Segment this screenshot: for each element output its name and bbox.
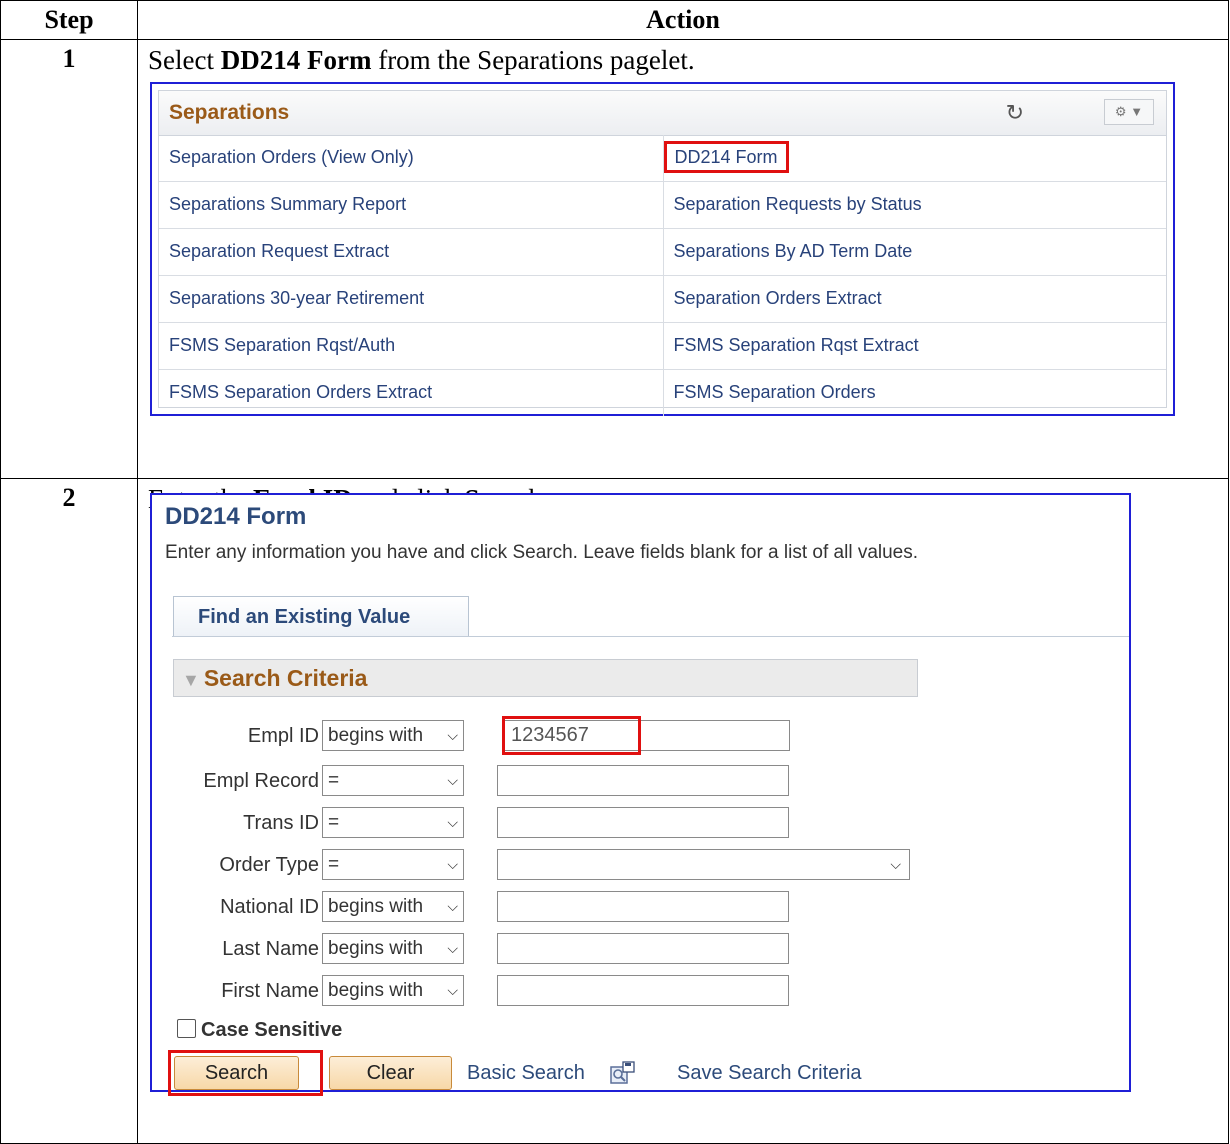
chevron-down-icon: ⌵	[447, 898, 458, 914]
order-type-select[interactable]: ⌵	[497, 849, 910, 880]
case-sensitive-label: Case Sensitive	[201, 1019, 343, 1041]
save-search-icon[interactable]	[610, 1061, 636, 1085]
dd214-search-screenshot: DD214 Form Enter any information you hav…	[150, 493, 1131, 1096]
field-label: Last Name	[222, 938, 319, 960]
clear-button[interactable]: Clear	[329, 1056, 452, 1090]
link-separations-summary-report[interactable]: Separations Summary Report	[159, 182, 663, 228]
national-id-operator-select[interactable]: begins with ⌵	[322, 891, 464, 922]
refresh-icon[interactable]: ↻	[1006, 100, 1024, 126]
header-step: Step	[0, 0, 138, 40]
pagelet-row: Separation Request Extract Separations B…	[159, 229, 1166, 276]
trans-id-input[interactable]	[497, 807, 789, 838]
field-row-empl-record: Empl Record	[152, 765, 319, 798]
last-name-input[interactable]	[497, 933, 789, 964]
separations-pagelet-screenshot: Separations ↻ ⚙ ▼ Separation Orders (Vie…	[150, 82, 1175, 416]
link-fsms-separation-rqst-auth[interactable]: FSMS Separation Rqst/Auth	[159, 323, 663, 369]
last-name-operator-select[interactable]: begins with ⌵	[322, 933, 464, 964]
pagelet-row: Separations 30-year Retirement Separatio…	[159, 276, 1166, 323]
link-dd214-form[interactable]: DD214 Form	[663, 141, 789, 173]
link-fsms-separation-rqst-extract[interactable]: FSMS Separation Rqst Extract	[662, 323, 1167, 369]
link-fsms-separation-orders[interactable]: FSMS Separation Orders	[662, 370, 1167, 416]
case-sensitive-checkbox[interactable]	[177, 1019, 196, 1038]
empl-record-operator-select[interactable]: = ⌵	[322, 765, 464, 796]
chevron-down-icon: ⌵	[890, 856, 901, 872]
step-instruction: Select DD214 Form from the Separations p…	[148, 45, 695, 75]
order-type-operator-select[interactable]: = ⌵	[322, 849, 464, 880]
pagelet-row: Separations Summary Report Separation Re…	[159, 182, 1166, 229]
collapse-triangle-icon: ▼	[182, 670, 200, 690]
empl-id-highlight	[502, 716, 641, 755]
empl-id-operator-select[interactable]: begins with ⌵	[322, 720, 464, 751]
case-sensitive-option: Case Sensitive	[177, 1019, 342, 1042]
link-separation-orders-view-only[interactable]: Separation Orders (View Only)	[159, 135, 663, 181]
field-row-first-name: First Name	[152, 975, 319, 1008]
chevron-down-icon: ⌵	[447, 856, 458, 872]
empl-record-input[interactable]	[497, 765, 789, 796]
pagelet-links: Separation Orders (View Only) DD214 Form…	[159, 135, 1166, 416]
pagelet-frame: Separations ↻ ⚙ ▼ Separation Orders (Vie…	[158, 90, 1167, 416]
link-separation-request-extract[interactable]: Separation Request Extract	[159, 229, 663, 275]
pagelet-header: Separations ↻ ⚙ ▼	[159, 91, 1166, 136]
link-fsms-separation-orders-extract[interactable]: FSMS Separation Orders Extract	[159, 370, 663, 416]
pagelet-row: Separation Orders (View Only) DD214 Form	[159, 135, 1166, 182]
step-number: 1	[0, 39, 138, 479]
field-row-order-type: Order Type	[152, 849, 319, 882]
search-criteria-header[interactable]: ▼ Search Criteria	[173, 659, 918, 697]
field-row-empl-id: Empl ID	[152, 720, 319, 753]
header-action: Action	[137, 0, 1229, 40]
trans-id-operator-select[interactable]: = ⌵	[322, 807, 464, 838]
field-label: First Name	[221, 980, 319, 1002]
chevron-down-icon: ⌵	[447, 727, 458, 743]
link-separation-orders-extract[interactable]: Separation Orders Extract	[662, 276, 1167, 322]
chevron-down-icon: ⌵	[447, 982, 458, 998]
field-row-last-name: Last Name	[152, 933, 319, 966]
chevron-down-icon: ⌵	[447, 940, 458, 956]
search-button-highlight	[168, 1050, 323, 1096]
step-number: 2	[0, 478, 138, 1144]
first-name-input[interactable]	[497, 975, 789, 1006]
field-label: Trans ID	[243, 812, 319, 834]
tab-find-existing-value[interactable]: Find an Existing Value	[173, 596, 469, 636]
field-label: National ID	[220, 896, 319, 918]
field-row-trans-id: Trans ID	[152, 807, 319, 840]
link-dd214-form-cell: DD214 Form	[662, 135, 1167, 181]
field-label: Empl Record	[203, 770, 319, 792]
chevron-down-icon: ⌵	[447, 772, 458, 788]
chevron-down-icon: ⌵	[447, 814, 458, 830]
field-label: Empl ID	[247, 725, 319, 747]
pagelet-row: FSMS Separation Rqst/Auth FSMS Separatio…	[159, 323, 1166, 370]
link-separation-requests-by-status[interactable]: Separation Requests by Status	[662, 182, 1167, 228]
page-instructions: Enter any information you have and click…	[165, 542, 919, 563]
gear-icon[interactable]: ⚙ ▼	[1104, 99, 1154, 125]
save-search-criteria-link[interactable]: Save Search Criteria	[677, 1056, 862, 1090]
pagelet-row: FSMS Separation Orders Extract FSMS Sepa…	[159, 370, 1166, 416]
first-name-operator-select[interactable]: begins with ⌵	[322, 975, 464, 1006]
field-row-national-id: National ID	[152, 891, 319, 924]
basic-search-link[interactable]: Basic Search	[467, 1056, 585, 1090]
link-separations-by-ad-term-date[interactable]: Separations By AD Term Date	[662, 229, 1167, 275]
national-id-input[interactable]	[497, 891, 789, 922]
field-label: Order Type	[219, 854, 319, 876]
pagelet-title: Separations	[169, 101, 290, 124]
page-title: DD214 Form	[165, 503, 307, 530]
link-separations-30-year-retirement[interactable]: Separations 30-year Retirement	[159, 276, 663, 322]
table-header-row: Step Action	[0, 0, 1229, 40]
